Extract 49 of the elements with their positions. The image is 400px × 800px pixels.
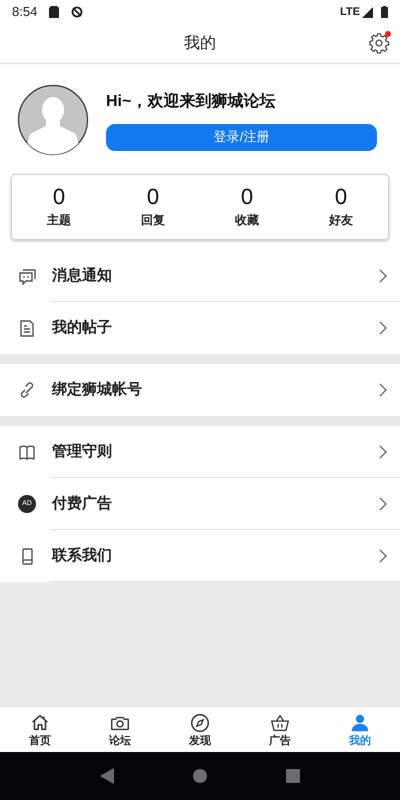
stat-label: 回复	[141, 212, 165, 229]
tab-button[interactable]: 发现	[160, 707, 240, 752]
tab-button[interactable]: 论坛	[80, 707, 160, 752]
stat-label: 主题	[47, 212, 71, 229]
compass-icon	[189, 712, 211, 734]
document-icon	[18, 319, 36, 337]
chevron-right-icon	[379, 549, 387, 563]
sim-card-icon	[49, 6, 60, 18]
stat-count: 0	[52, 185, 66, 209]
menu-item[interactable]: 管理守则	[0, 426, 400, 478]
menu-item[interactable]: 消息通知	[0, 250, 400, 302]
network-label: LTE	[340, 4, 360, 20]
menu-label: 付费广告	[52, 494, 113, 514]
settings-icon[interactable]	[368, 32, 390, 54]
stat-count: 0	[146, 185, 160, 209]
menu-label: 联系我们	[52, 546, 113, 566]
stat-label: 收藏	[235, 212, 259, 229]
book-icon	[18, 443, 36, 461]
stat-label: 好友	[329, 212, 353, 229]
tab-button[interactable]: 首页	[0, 707, 80, 752]
menu-item[interactable]: 我的帖子	[0, 302, 400, 354]
chevron-right-icon	[379, 383, 387, 397]
chevron-right-icon	[379, 269, 387, 283]
chevron-right-icon	[379, 497, 387, 511]
signal-icon	[362, 6, 373, 18]
login-button[interactable]: 登录/注册	[106, 124, 377, 150]
menu-label: 管理守则	[52, 442, 113, 462]
menu-label: 我的帖子	[52, 318, 113, 338]
menu-label: 消息通知	[52, 266, 113, 286]
chevron-right-icon	[379, 445, 387, 459]
recents-icon[interactable]	[286, 769, 300, 783]
stat-count: 0	[240, 185, 254, 209]
stat-count: 0	[334, 185, 348, 209]
tab-button[interactable]: 广告	[240, 707, 320, 752]
avatar-icon	[17, 84, 89, 156]
sync-off-icon	[71, 6, 84, 18]
link-icon	[18, 381, 36, 399]
greeting-text: Hi~，欢迎来到狮城论坛	[106, 91, 276, 112]
back-icon[interactable]	[100, 768, 114, 784]
battery-icon	[381, 6, 388, 18]
status-time: 8:54	[12, 3, 38, 22]
menu-item[interactable]: 绑定狮城帐号	[0, 364, 400, 416]
chevron-right-icon	[379, 321, 387, 335]
page-title: 我的	[184, 34, 216, 54]
tab-button[interactable]: 我的	[320, 707, 400, 752]
home-button-icon[interactable]	[192, 769, 207, 783]
menu-item[interactable]: 联系我们	[0, 530, 400, 582]
chat-bubbles-icon	[18, 267, 36, 285]
menu-label: 绑定狮城帐号	[52, 380, 143, 400]
